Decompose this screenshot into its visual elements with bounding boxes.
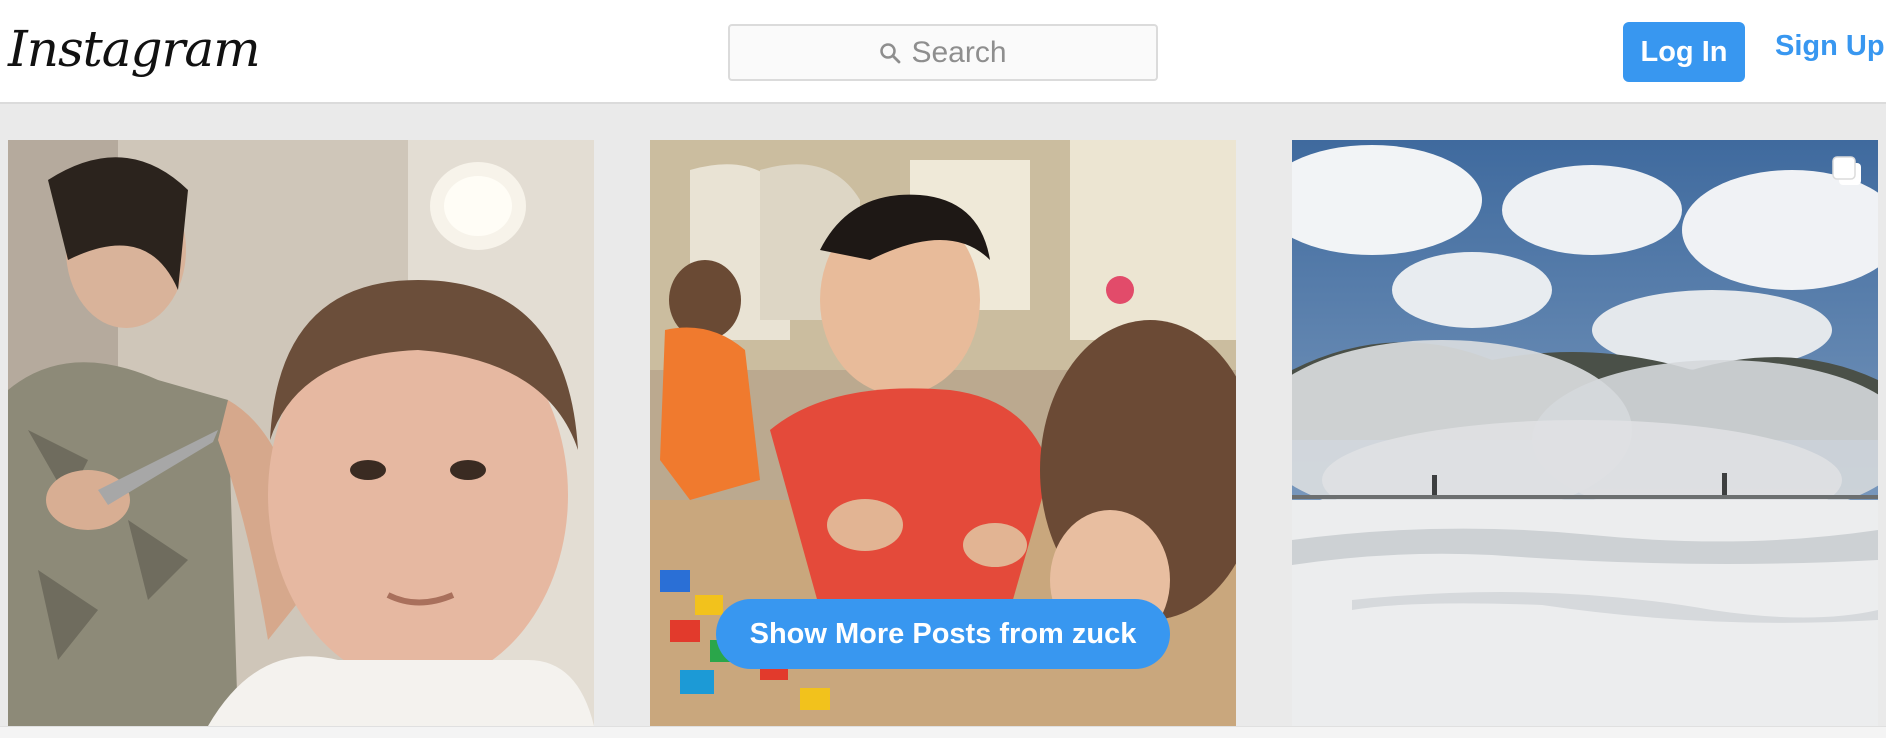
post-thumbnail[interactable] [8, 140, 594, 726]
post-image-landscape [1292, 140, 1878, 726]
search-icon [879, 42, 901, 64]
search-placeholder: Search [911, 35, 1007, 69]
top-navigation-bar: Instagram Search Log In Sign Up [0, 0, 1886, 104]
post-thumbnail[interactable] [1292, 140, 1878, 726]
multiple-posts-icon [1830, 154, 1864, 188]
login-button[interactable]: Log In [1623, 22, 1745, 82]
show-more-posts-button[interactable]: Show More Posts from zuck [716, 599, 1170, 669]
post-image-haircut [8, 140, 594, 726]
posts-grid: Show More Posts from zuck [0, 104, 1886, 738]
page-bottom-edge [0, 726, 1886, 738]
instagram-logo[interactable]: Instagram [8, 14, 261, 84]
signup-link[interactable]: Sign Up [1775, 30, 1885, 63]
search-input[interactable]: Search [728, 24, 1158, 81]
